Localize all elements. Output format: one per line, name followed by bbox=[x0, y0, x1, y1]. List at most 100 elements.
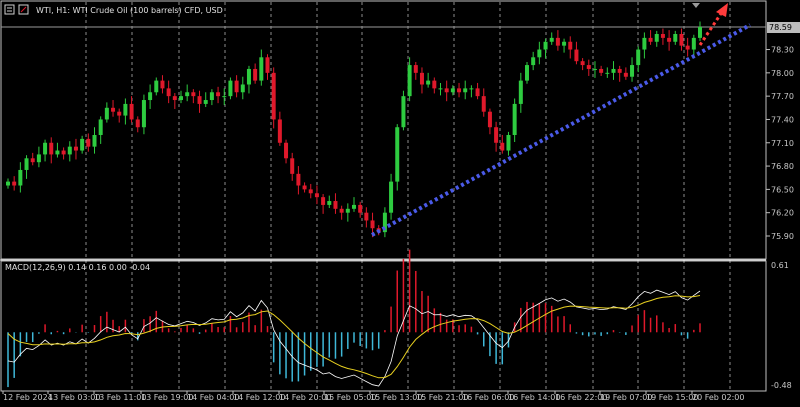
time-axis-label: 13 Feb 11:00 bbox=[94, 393, 146, 402]
menu-icon[interactable] bbox=[4, 4, 15, 15]
candle-body bbox=[568, 41, 573, 50]
candle-body bbox=[531, 57, 536, 66]
time-axis: 12 Feb 202413 Feb 03:0013 Feb 11:0013 Fe… bbox=[2, 391, 744, 402]
candle-body bbox=[660, 33, 665, 38]
candle-body bbox=[43, 142, 48, 155]
candle-body bbox=[314, 193, 319, 198]
candle-body bbox=[358, 204, 363, 213]
candle-body bbox=[246, 68, 251, 85]
chart-canvas: WTI, H1: WTI Crude Oil (100 barrels) CFD… bbox=[0, 0, 800, 402]
candle-body bbox=[673, 33, 678, 42]
candle-body bbox=[234, 80, 239, 93]
candle-body bbox=[395, 127, 400, 182]
candle-body bbox=[117, 111, 122, 116]
candle-body bbox=[611, 68, 616, 73]
support-trendline bbox=[371, 23, 751, 237]
candle-body bbox=[345, 208, 350, 213]
candle-body bbox=[364, 212, 369, 221]
candle-body bbox=[148, 92, 153, 101]
candle-body bbox=[537, 49, 542, 58]
candle-body bbox=[450, 88, 455, 93]
current-price-tag: 78.59 bbox=[767, 22, 800, 33]
candle-body bbox=[586, 65, 591, 69]
candle-body bbox=[630, 65, 635, 77]
candle-body bbox=[265, 57, 270, 73]
candle-body bbox=[55, 150, 60, 155]
time-axis-label: 15 Feb 05:00 bbox=[324, 393, 376, 402]
candle-body bbox=[555, 37, 560, 46]
candle-body bbox=[111, 107, 116, 112]
candle-body bbox=[92, 134, 97, 147]
time-axis-label: 13 Feb 19:00 bbox=[141, 393, 193, 402]
candle-body bbox=[413, 65, 418, 73]
macd-title: MACD(12,26,9) 0.14 0.16 0.00 -0.04 bbox=[5, 263, 150, 272]
candle-body bbox=[419, 72, 424, 85]
candle-body bbox=[562, 41, 567, 46]
macd-y-bottom-label: -0.48 bbox=[771, 381, 792, 390]
price-axis-label: 76.80 bbox=[771, 162, 794, 171]
candle-body bbox=[698, 27, 702, 38]
candle-body bbox=[259, 57, 264, 81]
candle-body bbox=[580, 61, 585, 66]
price-axis-label: 77.40 bbox=[771, 115, 794, 124]
candle-body bbox=[481, 96, 486, 112]
candle-body bbox=[667, 37, 672, 42]
candle-body bbox=[98, 119, 103, 135]
candle-body bbox=[6, 181, 10, 186]
vertical-grid bbox=[85, 2, 731, 390]
time-axis-label: 15 Feb 13:00 bbox=[370, 393, 422, 402]
candle-body bbox=[166, 88, 171, 97]
price-axis-label: 78.30 bbox=[771, 46, 794, 55]
time-axis-label: 16 Feb 06:00 bbox=[462, 393, 514, 402]
candle-body bbox=[592, 68, 597, 70]
candle-body bbox=[179, 96, 183, 101]
candle-body bbox=[679, 33, 684, 46]
candle-body bbox=[487, 111, 492, 128]
candle-body bbox=[240, 84, 245, 93]
macd-y-top-label: 0.61 bbox=[771, 261, 789, 270]
candle-body bbox=[617, 68, 622, 73]
candle-body bbox=[574, 49, 579, 62]
candle-body bbox=[296, 173, 301, 186]
chart-shift-marker-icon bbox=[692, 3, 700, 8]
candle-body bbox=[438, 88, 443, 90]
candle-body bbox=[197, 96, 202, 104]
candle-body bbox=[407, 65, 412, 97]
symbol-title: WTI, H1: WTI Crude Oil (100 barrels) CFD… bbox=[36, 6, 223, 15]
candle-body bbox=[30, 158, 35, 163]
candle-body bbox=[543, 41, 548, 50]
candle-body bbox=[191, 92, 196, 97]
candle-body bbox=[370, 220, 375, 229]
candle-body bbox=[24, 158, 29, 170]
time-axis-label: 13 Feb 03:00 bbox=[48, 393, 100, 402]
candle-body bbox=[253, 68, 258, 81]
candle-body bbox=[401, 96, 406, 128]
candle-body bbox=[271, 72, 276, 120]
candle-body bbox=[457, 88, 462, 93]
candle-body bbox=[518, 80, 523, 104]
candle-body bbox=[49, 142, 54, 155]
candle-body bbox=[308, 189, 313, 194]
candle-body bbox=[339, 208, 344, 213]
price-axis-label: 77.70 bbox=[771, 92, 794, 101]
candle-body bbox=[203, 100, 208, 104]
candle-body bbox=[327, 201, 332, 205]
candle-body bbox=[61, 150, 66, 155]
time-axis-label: 20 Feb 02:00 bbox=[692, 393, 744, 402]
candle-body bbox=[216, 92, 221, 97]
candle-body bbox=[426, 80, 431, 85]
candle-body bbox=[691, 37, 696, 50]
candle-body bbox=[636, 49, 641, 66]
candle-body bbox=[605, 72, 610, 74]
candle-body bbox=[623, 72, 628, 77]
candle-body bbox=[185, 92, 190, 97]
time-axis-label: 15 Feb 21:00 bbox=[416, 393, 468, 402]
candle-body bbox=[654, 33, 659, 42]
price-axis: 78.30 78.00 77.70 77.40 77.10 76.80 76.50 76.20… bbox=[766, 46, 794, 241]
current-price-value: 78.59 bbox=[769, 23, 792, 32]
candle-body bbox=[209, 92, 214, 101]
candle-body bbox=[500, 142, 505, 151]
candle-body bbox=[290, 158, 295, 174]
candle-body bbox=[172, 96, 177, 101]
time-axis-label: 19 Feb 07:00 bbox=[600, 393, 652, 402]
